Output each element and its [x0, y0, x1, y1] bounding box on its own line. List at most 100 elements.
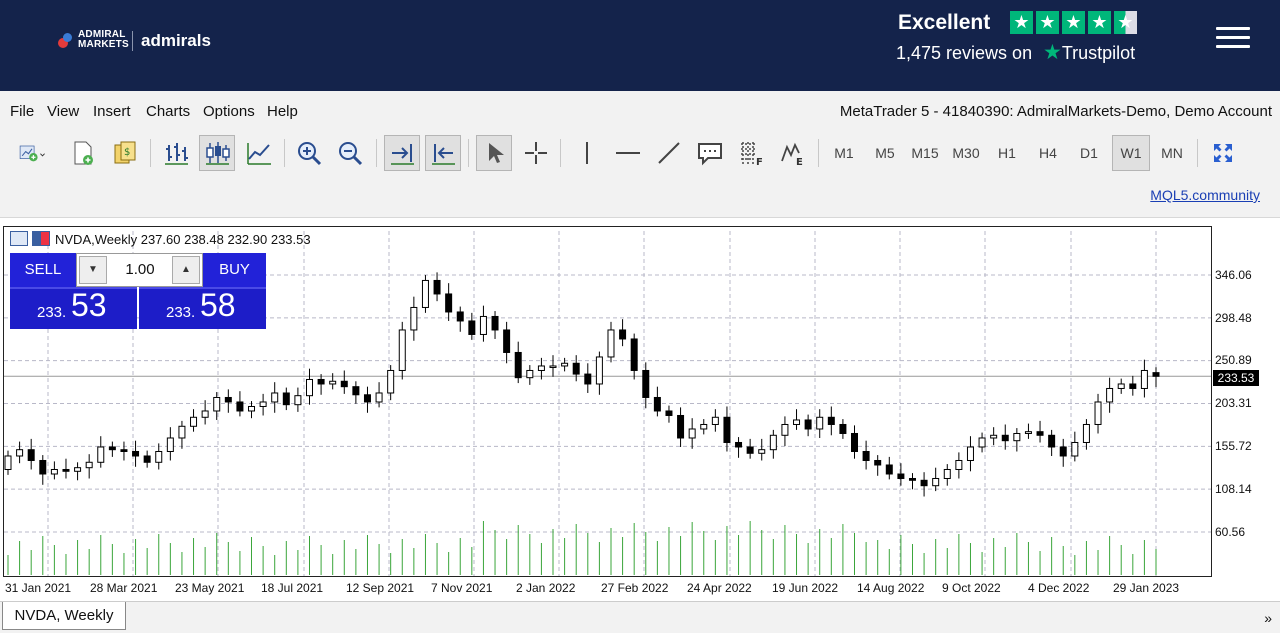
candle-bearish — [1152, 372, 1160, 377]
candle-bearish — [236, 401, 244, 412]
candle-bullish — [50, 468, 58, 475]
candle-bearish — [39, 459, 47, 475]
sell-button[interactable]: SELL — [10, 253, 76, 287]
chart-tabs-bar — [0, 601, 1280, 633]
date-axis-label: 28 Mar 2021 — [90, 581, 158, 595]
current-price-tag: 233.53 — [1213, 370, 1259, 386]
candle-bearish — [224, 396, 232, 403]
candle-bearish — [340, 380, 348, 388]
date-axis-label: 18 Jul 2021 — [261, 581, 324, 595]
candle-bullish — [375, 392, 383, 403]
buy-button[interactable]: BUY — [203, 253, 266, 287]
date-axis-label: 12 Sep 2021 — [346, 581, 415, 595]
price-axis-label: 203.31 — [1215, 396, 1252, 410]
candle-bearish — [619, 329, 627, 340]
candle-bearish — [851, 432, 859, 452]
candle-bearish — [1036, 431, 1044, 436]
price-axis-label: 298.48 — [1215, 311, 1252, 325]
candle-bullish — [421, 279, 429, 308]
buy-price[interactable]: 233. 58 — [139, 287, 266, 329]
candle-bullish — [213, 396, 221, 412]
candle-bearish — [839, 423, 847, 434]
candle-bearish — [885, 464, 893, 475]
one-click-trading-panel: SELL ▼ 1.00 ▲ BUY 233. 53 233. 58 — [10, 253, 266, 329]
candle-bullish — [816, 416, 824, 430]
candle-bearish — [317, 378, 325, 385]
candle-bearish — [503, 329, 511, 353]
price-axis-label: 155.72 — [1215, 439, 1252, 453]
candle-bullish — [943, 468, 951, 479]
date-axis-label: 24 Apr 2022 — [687, 581, 752, 595]
candle-bearish — [897, 473, 905, 479]
chart-tab-nvda[interactable]: NVDA, Weekly — [2, 602, 126, 630]
candle-bullish — [4, 455, 12, 470]
lot-size-value[interactable]: 1.00 — [111, 254, 169, 286]
candle-bearish — [746, 446, 754, 454]
candle-bullish — [595, 356, 603, 385]
candle-bullish — [16, 449, 24, 457]
chart-symbol-icons — [10, 231, 50, 246]
candle-bullish — [990, 434, 998, 439]
candle-bearish — [862, 450, 870, 461]
candle-bullish — [190, 416, 198, 427]
price-axis-label: 346.06 — [1215, 268, 1252, 282]
candle-bearish — [1048, 434, 1056, 448]
candle-bullish — [769, 434, 777, 451]
lot-decrease-icon[interactable]: ▼ — [79, 256, 107, 284]
candle-bullish — [1140, 369, 1148, 389]
candle-bullish — [1024, 431, 1032, 434]
candle-bearish — [804, 419, 812, 430]
candle-bullish — [758, 449, 766, 454]
candle-bullish — [85, 461, 93, 469]
chart-header: NVDA,Weekly 237.60 238.48 232.90 233.53 — [55, 232, 311, 247]
candle-bullish — [966, 446, 974, 461]
candle-bearish — [908, 477, 916, 481]
candle-bullish — [1094, 401, 1102, 425]
candle-bullish — [932, 477, 940, 487]
candle-bearish — [653, 396, 661, 412]
candle-bullish — [387, 369, 395, 394]
candle-bearish — [630, 338, 638, 371]
candle-bearish — [920, 479, 928, 487]
candle-bullish — [166, 437, 174, 452]
candle-bearish — [665, 410, 673, 416]
date-axis-label: 23 May 2021 — [175, 581, 245, 595]
candle-bullish — [1082, 423, 1090, 443]
candle-bullish — [178, 425, 186, 439]
candle-bullish — [1117, 383, 1125, 389]
candle-bearish — [491, 315, 499, 331]
candle-bearish — [143, 455, 151, 463]
candle-bullish — [537, 365, 545, 371]
candle-bearish — [1001, 434, 1009, 442]
candle-bullish — [271, 392, 279, 403]
candle-bullish — [793, 419, 801, 425]
candle-bullish — [201, 410, 209, 418]
candle-bearish — [456, 311, 464, 322]
candle-bullish — [561, 362, 569, 367]
candle-bullish — [248, 405, 256, 412]
chart-window-icon — [10, 231, 28, 246]
candle-bullish — [259, 401, 267, 407]
candle-bearish — [1059, 446, 1067, 457]
candle-bullish — [607, 329, 615, 358]
candle-bearish — [514, 351, 522, 379]
candle-bearish — [468, 320, 476, 335]
candle-bullish — [294, 395, 302, 406]
candle-bullish — [711, 416, 719, 425]
tabs-scroll-icon[interactable]: » — [1264, 610, 1272, 626]
candle-bearish — [677, 414, 685, 439]
candle-bearish — [132, 450, 140, 457]
candle-bullish — [1071, 441, 1079, 457]
candle-bullish — [549, 365, 557, 368]
candle-bearish — [27, 449, 35, 461]
candle-bullish — [1013, 432, 1021, 442]
sell-price[interactable]: 233. 53 — [10, 287, 137, 329]
candle-bullish — [74, 467, 82, 472]
candle-bearish — [723, 416, 731, 443]
date-axis-label: 9 Oct 2022 — [942, 581, 1001, 595]
lot-size-field[interactable]: ▼ 1.00 ▲ — [76, 253, 203, 287]
candle-bearish — [108, 446, 116, 451]
candle-bullish — [329, 380, 337, 385]
lot-increase-icon[interactable]: ▲ — [172, 256, 200, 284]
candle-bearish — [352, 386, 360, 396]
